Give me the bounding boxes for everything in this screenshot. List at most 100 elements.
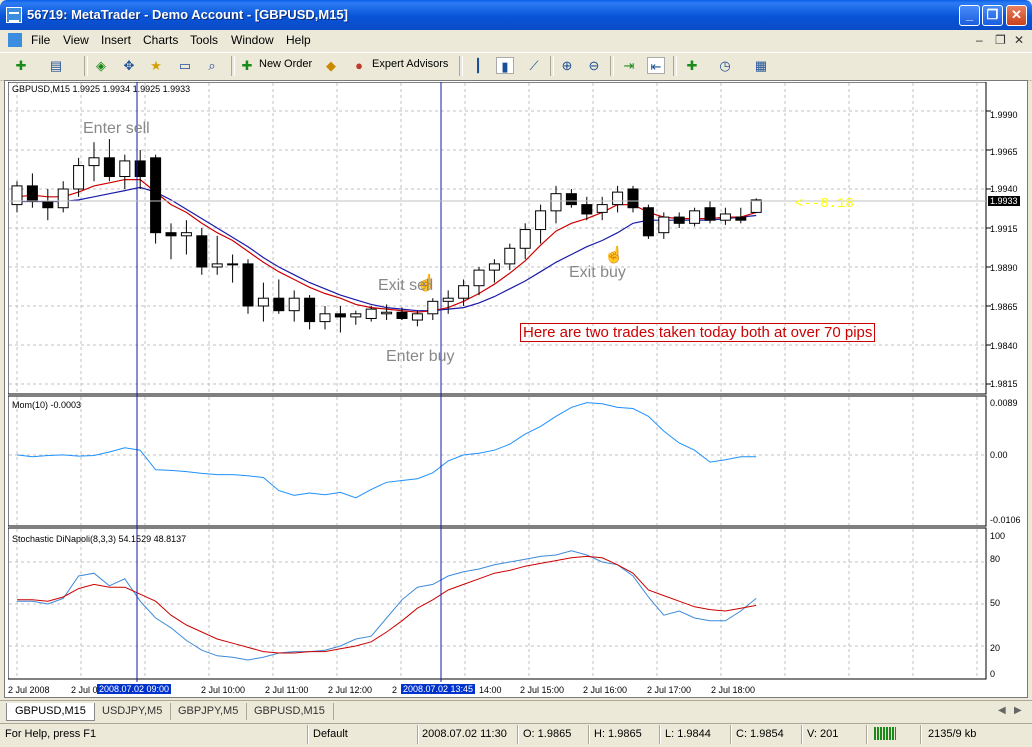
annotation-enter-sell: Enter sell	[83, 120, 150, 137]
time-tick: 2 Jul 12:00	[328, 685, 373, 695]
new-chart-icon[interactable]: ✚	[12, 57, 30, 74]
maximize-button[interactable]: ❐	[982, 5, 1003, 26]
chart-shift-icon[interactable]: ⇤	[647, 57, 665, 74]
metatrader-app-icon[interactable]	[6, 7, 22, 23]
bar-chart-icon[interactable]: ┃	[469, 57, 487, 74]
status-close: C: 1.9854	[736, 728, 784, 740]
stochastic-label: Stochastic DiNapoli(8,3,3) 54.1529 48.81…	[12, 534, 187, 544]
candle-body	[550, 193, 562, 212]
auto-scroll-icon[interactable]: ⇥	[620, 57, 638, 74]
candle-body	[427, 300, 439, 315]
status-separator	[417, 725, 419, 744]
close-button[interactable]: ✕	[1006, 5, 1027, 26]
new-order-button[interactable]: New Order	[259, 58, 312, 70]
time-tick: 2 Jul 17:00	[647, 685, 692, 695]
candle-body	[180, 232, 192, 237]
menu-tools[interactable]: Tools	[190, 33, 218, 47]
candle-body	[119, 160, 131, 178]
candle-body	[658, 216, 670, 234]
momentum-label: Mom(10) -0.0003	[12, 400, 82, 410]
candle-body	[750, 199, 762, 213]
metaeditor-icon[interactable]: ◆	[322, 57, 340, 74]
price-tick: 1.9940	[990, 184, 1018, 194]
line-chart-icon[interactable]: ⟋	[525, 57, 543, 74]
candle-body	[165, 232, 177, 237]
crosshair-time-label: 2008.07.02 13:45	[401, 684, 476, 694]
time-tick: 2 Jul 0	[71, 685, 98, 695]
strategy-tester-icon[interactable]: ⌕	[203, 57, 221, 74]
candle-body	[57, 188, 69, 209]
toolbar-separator	[459, 56, 463, 76]
time-tick: 2 Jul 18:00	[711, 685, 756, 695]
price-tick: 1.9965	[990, 147, 1018, 157]
tab-scroll-left-icon[interactable]: ◀	[998, 705, 1006, 716]
candle-body	[719, 213, 731, 221]
minimize-button[interactable]: _	[959, 5, 980, 26]
symbol-info: GBPUSD,M15 1.9925 1.9934 1.9925 1.9933	[12, 84, 191, 94]
candle-body	[642, 207, 654, 237]
new-order-icon[interactable]: ✚	[238, 57, 256, 74]
candle-body	[11, 185, 23, 206]
navigator-icon[interactable]: ✥	[120, 57, 138, 74]
candle-body	[535, 210, 547, 231]
time-tick: 2	[392, 685, 398, 695]
templates-icon[interactable]: ▦	[752, 57, 770, 74]
menu-charts[interactable]: Charts	[143, 33, 178, 47]
expert-advisors-button[interactable]: Expert Advisors	[372, 58, 448, 70]
candle-body	[473, 269, 485, 287]
candle-body	[704, 207, 716, 221]
candle-body	[196, 235, 208, 268]
candle-body	[519, 229, 531, 249]
menu-view[interactable]: View	[63, 33, 89, 47]
price-tick: 1.9890	[990, 263, 1018, 273]
time-tick: 2 Jul 11:00	[265, 685, 309, 695]
annotation-exit-sell: Exit sell	[378, 277, 434, 294]
status-traffic: 2135/9 kb	[928, 728, 977, 740]
chart-canvas[interactable]: ☝ ☝	[8, 82, 1026, 698]
candle-body	[396, 311, 408, 319]
candle-body	[73, 165, 85, 190]
tab-gbpusd-m15-2[interactable]: GBPUSD,M15	[246, 703, 334, 720]
mdi-minimize-button[interactable]: –	[976, 33, 983, 47]
zoom-in-icon[interactable]: ⊕	[558, 57, 576, 74]
expert-advisors-icon[interactable]: ●	[350, 57, 368, 74]
connection-status-icon[interactable]	[874, 727, 896, 740]
menu-window[interactable]: Window	[231, 33, 274, 47]
profiles-icon[interactable]: ▤	[47, 57, 65, 74]
tab-usdjpy-m5[interactable]: USDJPY,M5	[94, 703, 172, 720]
mdi-close-button[interactable]: ✕	[1014, 33, 1024, 47]
menu-insert[interactable]: Insert	[101, 33, 131, 47]
stochastic-tick: 20	[990, 643, 1001, 653]
annotation-exit-buy: Exit buy	[569, 264, 626, 281]
status-separator	[659, 725, 661, 744]
document-icon[interactable]	[8, 33, 22, 47]
candle-body	[103, 157, 115, 178]
indicators-icon[interactable]: ✚	[683, 57, 701, 74]
candle-body	[627, 188, 639, 209]
candle-body	[26, 185, 38, 202]
candle-body	[257, 297, 269, 307]
candle-body	[689, 210, 701, 224]
candle-body	[350, 313, 362, 318]
market-watch-icon[interactable]: ◈	[92, 57, 110, 74]
zoom-out-icon[interactable]: ⊖	[585, 57, 603, 74]
price-tick: 1.9865	[990, 302, 1018, 312]
candle-body	[458, 285, 470, 299]
time-tick: 14:00	[479, 685, 502, 695]
menu-help[interactable]: Help	[286, 33, 311, 47]
menu-file[interactable]: File	[31, 33, 50, 47]
tab-gbpusd-m15[interactable]: GBPUSD,M15	[6, 703, 95, 721]
tab-scroll-right-icon[interactable]: ▶	[1014, 705, 1022, 716]
status-help: For Help, press F1	[5, 728, 97, 740]
candle-body	[411, 313, 423, 321]
toolbar-separator	[84, 56, 88, 76]
favorites-icon[interactable]: ★	[147, 57, 165, 74]
tab-gbpjpy-m5[interactable]: GBPJPY,M5	[170, 703, 248, 720]
status-separator	[920, 725, 922, 744]
candlestick-chart-icon[interactable]: ▮	[496, 57, 514, 74]
toolbar-separator	[610, 56, 614, 76]
mdi-restore-button[interactable]: ❐	[995, 33, 1006, 47]
terminal-icon[interactable]: ▭	[176, 57, 194, 74]
status-profile: Default	[313, 728, 348, 740]
periods-clock-icon[interactable]: ◷	[716, 57, 734, 74]
